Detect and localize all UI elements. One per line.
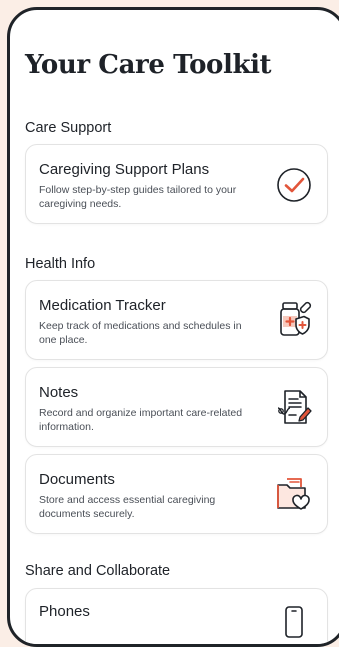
card-description: Store and access essential caregiving do… [39, 494, 216, 520]
notes-document-icon [273, 386, 315, 428]
card-medication-tracker[interactable]: Medication Tracker Keep track of medicat… [25, 280, 328, 360]
section-title-care-support: Care Support [25, 120, 112, 136]
toolkit-screen: Your Care Toolkit Care Support Caregivin… [10, 10, 339, 644]
card-title: Notes [39, 384, 79, 401]
card-description: Follow step-by-step guides tailored to y… [39, 184, 237, 210]
medication-bottle-icon [273, 298, 315, 340]
phone-icon [273, 603, 315, 644]
card-title: Medication Tracker [39, 297, 166, 314]
card-description: Record and organize important care-relat… [39, 407, 243, 433]
card-title: Documents [39, 471, 115, 488]
phone-frame: Your Care Toolkit Care Support Caregivin… [7, 7, 339, 647]
card-title: Caregiving Support Plans [39, 161, 210, 178]
checkmark-circle-icon [273, 164, 315, 206]
card-documents[interactable]: Documents Store and access essential car… [25, 454, 328, 534]
folder-heart-icon [273, 473, 315, 515]
card-title: Phones [39, 603, 90, 620]
section-title-health-info: Health Info [25, 256, 96, 272]
card-notes[interactable]: Notes Record and organize important care… [25, 367, 328, 447]
page-title: Your Care Toolkit [25, 50, 272, 80]
card-caregiving-support-plans[interactable]: Caregiving Support Plans Follow step-by-… [25, 144, 328, 224]
section-title-share-and-collaborate: Share and Collaborate [25, 563, 171, 579]
card-phones[interactable]: Phones [25, 588, 328, 644]
card-description: Keep track of medications and schedules … [39, 320, 242, 346]
